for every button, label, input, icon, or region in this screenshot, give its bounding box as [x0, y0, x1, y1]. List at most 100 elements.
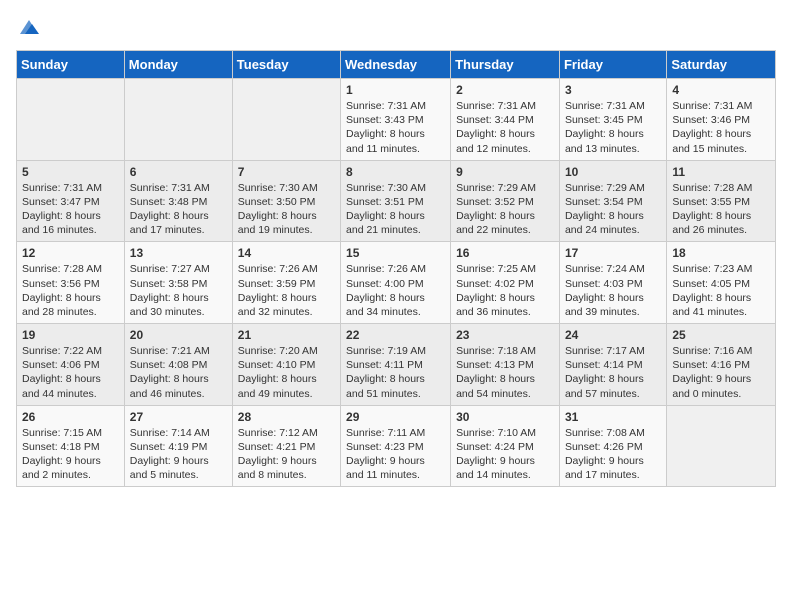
calendar-body: 1Sunrise: 7:31 AMSunset: 3:43 PMDaylight…: [17, 79, 776, 487]
day-number: 3: [565, 83, 661, 97]
day-cell: 24Sunrise: 7:17 AMSunset: 4:14 PMDayligh…: [559, 324, 666, 406]
day-info: Daylight: 8 hours and 26 minutes.: [672, 209, 770, 237]
day-number: 4: [672, 83, 770, 97]
day-info: Sunrise: 7:14 AM: [130, 426, 227, 440]
day-header-thursday: Thursday: [451, 51, 560, 79]
day-number: 27: [130, 410, 227, 424]
day-cell: 7Sunrise: 7:30 AMSunset: 3:50 PMDaylight…: [232, 160, 340, 242]
day-number: 29: [346, 410, 445, 424]
day-number: 6: [130, 165, 227, 179]
day-info: Sunset: 4:03 PM: [565, 277, 661, 291]
day-number: 15: [346, 246, 445, 260]
day-cell: [232, 79, 340, 161]
day-cell: [124, 79, 232, 161]
day-cell: 4Sunrise: 7:31 AMSunset: 3:46 PMDaylight…: [667, 79, 776, 161]
day-cell: 25Sunrise: 7:16 AMSunset: 4:16 PMDayligh…: [667, 324, 776, 406]
week-row-3: 12Sunrise: 7:28 AMSunset: 3:56 PMDayligh…: [17, 242, 776, 324]
day-info: Daylight: 8 hours and 13 minutes.: [565, 127, 661, 155]
day-number: 26: [22, 410, 119, 424]
day-cell: 17Sunrise: 7:24 AMSunset: 4:03 PMDayligh…: [559, 242, 666, 324]
day-info: Sunset: 4:24 PM: [456, 440, 554, 454]
day-info: Daylight: 9 hours and 17 minutes.: [565, 454, 661, 482]
day-cell: 18Sunrise: 7:23 AMSunset: 4:05 PMDayligh…: [667, 242, 776, 324]
day-number: 30: [456, 410, 554, 424]
day-info: Sunrise: 7:25 AM: [456, 262, 554, 276]
day-cell: 10Sunrise: 7:29 AMSunset: 3:54 PMDayligh…: [559, 160, 666, 242]
day-info: Daylight: 8 hours and 36 minutes.: [456, 291, 554, 319]
day-cell: [667, 405, 776, 487]
day-info: Sunset: 4:13 PM: [456, 358, 554, 372]
day-info: Sunset: 4:11 PM: [346, 358, 445, 372]
week-row-1: 1Sunrise: 7:31 AMSunset: 3:43 PMDaylight…: [17, 79, 776, 161]
day-header-saturday: Saturday: [667, 51, 776, 79]
day-info: Daylight: 9 hours and 11 minutes.: [346, 454, 445, 482]
week-row-2: 5Sunrise: 7:31 AMSunset: 3:47 PMDaylight…: [17, 160, 776, 242]
day-info: Sunset: 3:50 PM: [238, 195, 335, 209]
day-info: Sunrise: 7:23 AM: [672, 262, 770, 276]
day-cell: 16Sunrise: 7:25 AMSunset: 4:02 PMDayligh…: [451, 242, 560, 324]
day-info: Sunset: 3:54 PM: [565, 195, 661, 209]
day-number: 19: [22, 328, 119, 342]
day-info: Sunset: 3:45 PM: [565, 113, 661, 127]
day-number: 24: [565, 328, 661, 342]
day-cell: 12Sunrise: 7:28 AMSunset: 3:56 PMDayligh…: [17, 242, 125, 324]
day-header-tuesday: Tuesday: [232, 51, 340, 79]
day-info: Sunset: 4:21 PM: [238, 440, 335, 454]
day-info: Sunset: 3:56 PM: [22, 277, 119, 291]
day-number: 11: [672, 165, 770, 179]
day-info: Daylight: 8 hours and 54 minutes.: [456, 372, 554, 400]
day-info: Daylight: 9 hours and 0 minutes.: [672, 372, 770, 400]
day-number: 31: [565, 410, 661, 424]
day-info: Daylight: 8 hours and 41 minutes.: [672, 291, 770, 319]
day-info: Sunrise: 7:21 AM: [130, 344, 227, 358]
day-info: Sunrise: 7:29 AM: [456, 181, 554, 195]
day-info: Sunrise: 7:15 AM: [22, 426, 119, 440]
day-number: 2: [456, 83, 554, 97]
day-number: 21: [238, 328, 335, 342]
day-info: Sunset: 4:06 PM: [22, 358, 119, 372]
day-info: Sunset: 3:47 PM: [22, 195, 119, 209]
day-info: Sunrise: 7:31 AM: [565, 99, 661, 113]
day-info: Sunset: 3:46 PM: [672, 113, 770, 127]
day-info: Daylight: 8 hours and 44 minutes.: [22, 372, 119, 400]
day-number: 22: [346, 328, 445, 342]
day-info: Sunset: 4:10 PM: [238, 358, 335, 372]
day-info: Daylight: 8 hours and 24 minutes.: [565, 209, 661, 237]
header: [16, 16, 776, 38]
day-number: 20: [130, 328, 227, 342]
day-info: Sunrise: 7:20 AM: [238, 344, 335, 358]
day-cell: 6Sunrise: 7:31 AMSunset: 3:48 PMDaylight…: [124, 160, 232, 242]
day-info: Sunset: 3:43 PM: [346, 113, 445, 127]
day-info: Sunset: 3:55 PM: [672, 195, 770, 209]
day-info: Sunrise: 7:28 AM: [672, 181, 770, 195]
day-info: Sunrise: 7:31 AM: [456, 99, 554, 113]
day-info: Sunset: 3:59 PM: [238, 277, 335, 291]
day-info: Daylight: 9 hours and 14 minutes.: [456, 454, 554, 482]
day-cell: 14Sunrise: 7:26 AMSunset: 3:59 PMDayligh…: [232, 242, 340, 324]
day-number: 12: [22, 246, 119, 260]
day-info: Daylight: 8 hours and 21 minutes.: [346, 209, 445, 237]
day-header-friday: Friday: [559, 51, 666, 79]
week-row-5: 26Sunrise: 7:15 AMSunset: 4:18 PMDayligh…: [17, 405, 776, 487]
day-info: Sunrise: 7:08 AM: [565, 426, 661, 440]
day-cell: 3 Sunrise: 7:31 AMSunset: 3:45 PMDaylight…: [559, 79, 666, 161]
day-cell: 28Sunrise: 7:12 AMSunset: 4:21 PMDayligh…: [232, 405, 340, 487]
day-info: Sunset: 4:23 PM: [346, 440, 445, 454]
week-row-4: 19Sunrise: 7:22 AMSunset: 4:06 PMDayligh…: [17, 324, 776, 406]
calendar-table: SundayMondayTuesdayWednesdayThursdayFrid…: [16, 50, 776, 487]
day-number: 10: [565, 165, 661, 179]
day-info: Daylight: 8 hours and 19 minutes.: [238, 209, 335, 237]
day-info: Sunrise: 7:10 AM: [456, 426, 554, 440]
day-cell: 13Sunrise: 7:27 AMSunset: 3:58 PMDayligh…: [124, 242, 232, 324]
day-number: 18: [672, 246, 770, 260]
day-header-sunday: Sunday: [17, 51, 125, 79]
day-info: Sunset: 4:26 PM: [565, 440, 661, 454]
day-info: Sunrise: 7:11 AM: [346, 426, 445, 440]
day-info: Daylight: 8 hours and 17 minutes.: [130, 209, 227, 237]
day-info: Sunset: 3:52 PM: [456, 195, 554, 209]
day-info: Sunrise: 7:27 AM: [130, 262, 227, 276]
day-cell: 31 Sunrise: 7:08 AMSunset: 4:26 PMDayligh…: [559, 405, 666, 487]
day-info: Daylight: 8 hours and 12 minutes.: [456, 127, 554, 155]
day-number: 13: [130, 246, 227, 260]
day-info: Sunrise: 7:30 AM: [238, 181, 335, 195]
